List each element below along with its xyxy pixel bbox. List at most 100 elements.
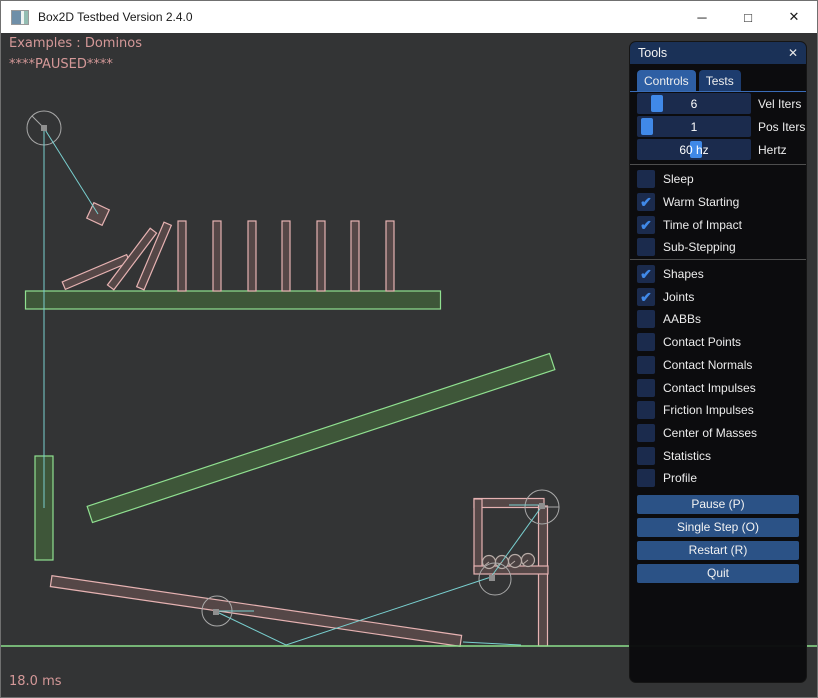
window-title: Box2D Testbed Version 2.4.0 [38, 10, 193, 24]
checkbox-label: Statistics [663, 449, 711, 463]
frame-time: 18.0 ms [9, 674, 62, 689]
checkbox-row-profile[interactable]: Profile [637, 467, 806, 490]
checkbox-contact-impulses[interactable] [637, 379, 655, 397]
checkbox-sub-stepping[interactable] [637, 238, 655, 256]
checkbox-label: Time of Impact [663, 218, 742, 232]
checkbox-label: Shapes [663, 267, 704, 281]
checkbox-label: Contact Normals [663, 358, 752, 372]
checkbox-statistics[interactable] [637, 447, 655, 465]
minimize-button[interactable]: ─ [679, 1, 725, 33]
checkbox-label: Joints [663, 290, 694, 304]
close-icon: ✕ [789, 9, 800, 25]
checkmark-icon: ✔ [640, 218, 652, 232]
ramp-plank [87, 353, 555, 522]
slider-value: 6 [637, 93, 751, 114]
frame-left-post [474, 499, 482, 571]
platform [26, 291, 441, 309]
slider-label: Vel Iters [758, 97, 801, 111]
checkbox-row-aabbs[interactable]: AABBs [637, 308, 806, 331]
checkbox-row-statistics[interactable]: Statistics [637, 444, 806, 467]
quit-button[interactable]: Quit [637, 564, 799, 583]
checkbox-label: Profile [663, 471, 697, 485]
frame-top-beam [474, 499, 544, 508]
checkbox-shapes[interactable]: ✔ [637, 265, 655, 283]
example-caption: Examples : Dominos [9, 36, 142, 51]
checkbox-row-contact-points[interactable]: Contact Points [637, 331, 806, 354]
checkbox-warm-starting[interactable]: ✔ [637, 193, 655, 211]
app-window: Box2D Testbed Version 2.4.0 ─ □ ✕ Examples… [0, 0, 818, 698]
checkmark-icon: ✔ [640, 290, 652, 304]
tab-controls[interactable]: Controls [637, 70, 696, 91]
restart-button[interactable]: Restart (R) [637, 541, 799, 560]
checkbox-row-center-of-masses[interactable]: Center of Masses [637, 422, 806, 445]
checkbox-label: Center of Masses [663, 426, 757, 440]
checkbox-row-joints[interactable]: ✔ Joints [637, 285, 806, 308]
slider-group: 6 Vel Iters 1 Pos Iters 60 hz Hertz [630, 92, 806, 160]
checkbox-row-friction-impulses[interactable]: Friction Impulses [637, 399, 806, 422]
checkbox-sleep[interactable] [637, 170, 655, 188]
checkbox-row-contact-impulses[interactable]: Contact Impulses [637, 376, 806, 399]
checkbox-group-solver: Sleep ✔ Warm Starting ✔ Time of Impact Sub-St… [630, 165, 806, 259]
title-bar[interactable]: Box2D Testbed Version 2.4.0 ─ □ ✕ [1, 1, 817, 33]
checkbox-contact-normals[interactable] [637, 356, 655, 374]
domino [386, 221, 394, 291]
joint-line [463, 642, 521, 645]
maximize-button[interactable]: □ [725, 1, 771, 33]
slider-hertz[interactable]: 60 hz [637, 139, 751, 160]
minimize-icon: ─ [697, 10, 706, 25]
slider-label: Hertz [758, 143, 787, 157]
joint-anchor-marker [213, 609, 219, 615]
app-icon [11, 10, 29, 25]
button-group: Pause (P) Single Step (O) Restart (R) Quit [630, 490, 806, 583]
tab-tests[interactable]: Tests [699, 70, 741, 91]
checkbox-row-warm-starting[interactable]: ✔ Warm Starting [637, 191, 806, 214]
tools-panel-header[interactable]: Tools ✕ [630, 42, 806, 64]
checkbox-row-shapes[interactable]: ✔ Shapes [637, 263, 806, 286]
close-button[interactable]: ✕ [771, 1, 817, 33]
pause-button[interactable]: Pause (P) [637, 495, 799, 514]
slider-vel-iters[interactable]: 6 [637, 93, 751, 114]
simulation-viewport[interactable]: Examples : Dominos ****PAUSED**** 18.0 m… [1, 33, 817, 697]
checkbox-friction-impulses[interactable] [637, 401, 655, 419]
tab-bar: ControlsTests [637, 70, 806, 91]
checkbox-joints[interactable]: ✔ [637, 288, 655, 306]
frame-right-post [539, 506, 548, 646]
checkbox-label: Contact Impulses [663, 381, 756, 395]
maximize-icon: □ [744, 10, 752, 25]
checkbox-center-of-masses[interactable] [637, 424, 655, 442]
slider-pos-iters[interactable]: 1 [637, 116, 751, 137]
checkbox-label: AABBs [663, 312, 701, 326]
joint-anchor-marker [539, 503, 545, 509]
tools-panel-title: Tools [638, 46, 667, 60]
checkbox-label: Sub-Stepping [663, 240, 736, 254]
slider-row-pos-iters: 1 Pos Iters [637, 116, 806, 137]
seesaw-plank [50, 576, 461, 647]
checkbox-row-sleep[interactable]: Sleep [637, 168, 806, 191]
checkbox-label: Friction Impulses [663, 403, 754, 417]
close-icon[interactable]: ✕ [788, 46, 798, 60]
checkbox-row-contact-normals[interactable]: Contact Normals [637, 354, 806, 377]
checkbox-row-sub-stepping[interactable]: Sub-Stepping [637, 236, 806, 259]
tools-panel: Tools ✕ ControlsTests 6 Vel Iters 1 Pos Ite… [629, 41, 807, 683]
slider-row-vel-iters: 6 Vel Iters [637, 93, 806, 114]
checkbox-label: Contact Points [663, 335, 741, 349]
domino [178, 221, 186, 291]
window-controls: ─ □ ✕ [679, 1, 817, 33]
single-step-button[interactable]: Single Step (O) [637, 518, 799, 537]
slider-row-hertz: 60 hz Hertz [637, 139, 806, 160]
checkbox-profile[interactable] [637, 469, 655, 487]
joint-anchor-marker [41, 125, 47, 131]
checkmark-icon: ✔ [640, 267, 652, 281]
slider-value: 1 [637, 116, 751, 137]
domino [351, 221, 359, 291]
checkbox-row-time-of-impact[interactable]: ✔ Time of Impact [637, 213, 806, 236]
domino [282, 221, 290, 291]
checkbox-contact-points[interactable] [637, 333, 655, 351]
domino [248, 221, 256, 291]
paused-status: ****PAUSED**** [9, 57, 113, 72]
checkbox-time-of-impact[interactable]: ✔ [637, 216, 655, 234]
slider-label: Pos Iters [758, 120, 805, 134]
checkbox-label: Warm Starting [663, 195, 739, 209]
slider-value: 60 hz [637, 139, 751, 160]
checkbox-aabbs[interactable] [637, 310, 655, 328]
